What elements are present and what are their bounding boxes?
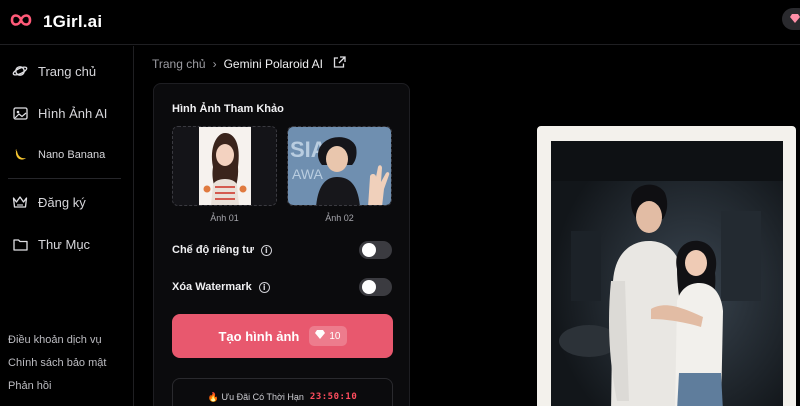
gem-icon [315, 330, 329, 342]
info-icon[interactable]: i [260, 244, 272, 256]
folder-icon [12, 236, 28, 252]
share-button[interactable] [333, 56, 346, 71]
svg-text:AWA: AWA [292, 166, 324, 182]
reference-image-2[interactable]: SIA AWA [287, 126, 392, 206]
privacy-policy-link[interactable]: Chính sách bảo mật [8, 355, 106, 378]
toggle-knob [362, 280, 376, 294]
image-icon [12, 105, 28, 121]
sidebar-item-ai-images[interactable]: Hình Ảnh AI [0, 92, 133, 134]
share-icon [333, 56, 346, 71]
sidebar-footer: Điều khoản dịch vụ Chính sách bảo mật Ph… [8, 332, 106, 401]
infinity-logo-icon [8, 11, 34, 34]
crown-icon [12, 194, 28, 210]
offer-text: 🔥 Ưu Đãi Có Thời Hạn [207, 392, 304, 402]
sidebar-item-label: Đăng ký [38, 194, 86, 210]
sidebar-item-folder[interactable]: Thư Mục [0, 223, 133, 265]
brand-name: 1Girl.ai [43, 12, 103, 31]
reference-image-1-caption: Ảnh 01 [210, 213, 239, 223]
page-title: Gemini Polaroid AI [223, 56, 323, 71]
generator-panel: Hình Ảnh Tham Khảo Ảnh 01 SIA AWA Ảnh 02… [153, 83, 410, 406]
app-root: 1Girl.ai Trang chủ Hình Ảnh AI Nano Bana… [0, 0, 800, 406]
gem-balance-button[interactable] [782, 8, 800, 30]
sidebar-item-nano-banana[interactable]: Nano Banana [0, 134, 133, 176]
info-icon[interactable]: i [258, 281, 270, 293]
gem-icon [790, 10, 800, 28]
reference-image-1[interactable] [172, 126, 277, 206]
offer-countdown: 23:50:10 [309, 392, 358, 402]
privacy-mode-row: Chế độ riêng tư i [172, 244, 272, 256]
reference-image-2-caption: Ảnh 02 [325, 213, 354, 223]
privacy-mode-label: Chế độ riêng tư [172, 244, 254, 256]
breadcrumb-home-link[interactable]: Trang chủ [152, 57, 206, 71]
remove-watermark-label: Xóa Watermark [172, 281, 252, 293]
sidebar-item-home[interactable]: Trang chủ [0, 50, 133, 92]
feedback-link[interactable]: Phản hồi [8, 378, 106, 401]
logo[interactable]: 1Girl.ai [8, 11, 102, 34]
sidebar-divider [8, 178, 121, 179]
toggle-knob [362, 243, 376, 257]
sidebar-item-subscribe[interactable]: Đăng ký [0, 181, 133, 223]
top-bar: 1Girl.ai [0, 0, 800, 45]
breadcrumb: Trang chủ › Gemini Polaroid AI [152, 56, 346, 71]
generated-photo [551, 141, 783, 406]
planet-icon [12, 63, 28, 79]
generate-image-button[interactable]: Tạo hình ảnh 10 [172, 314, 393, 358]
remove-watermark-row: Xóa Watermark i [172, 281, 270, 293]
limited-offer-banner[interactable]: 🔥 Ưu Đãi Có Thời Hạn 23:50:10 [172, 378, 393, 406]
terms-link[interactable]: Điều khoản dịch vụ [8, 332, 106, 355]
polaroid-preview [537, 126, 796, 406]
chevron-right-icon: › [212, 56, 217, 71]
cost-value: 10 [329, 330, 341, 342]
cost-badge: 10 [309, 326, 347, 346]
privacy-mode-toggle[interactable] [359, 241, 392, 259]
sidebar-item-label: Trang chủ [38, 63, 97, 79]
reference-images-title: Hình Ảnh Tham Khảo [172, 103, 284, 115]
sidebar: Trang chủ Hình Ảnh AI Nano Banana Đăng k… [0, 46, 134, 406]
remove-watermark-toggle[interactable] [359, 278, 392, 296]
generate-button-label: Tạo hình ảnh [218, 328, 300, 344]
sidebar-item-label: Nano Banana [38, 149, 106, 161]
banana-icon [12, 147, 28, 163]
sidebar-item-label: Hình Ảnh AI [38, 105, 108, 121]
sidebar-item-label: Thư Mục [38, 236, 91, 252]
